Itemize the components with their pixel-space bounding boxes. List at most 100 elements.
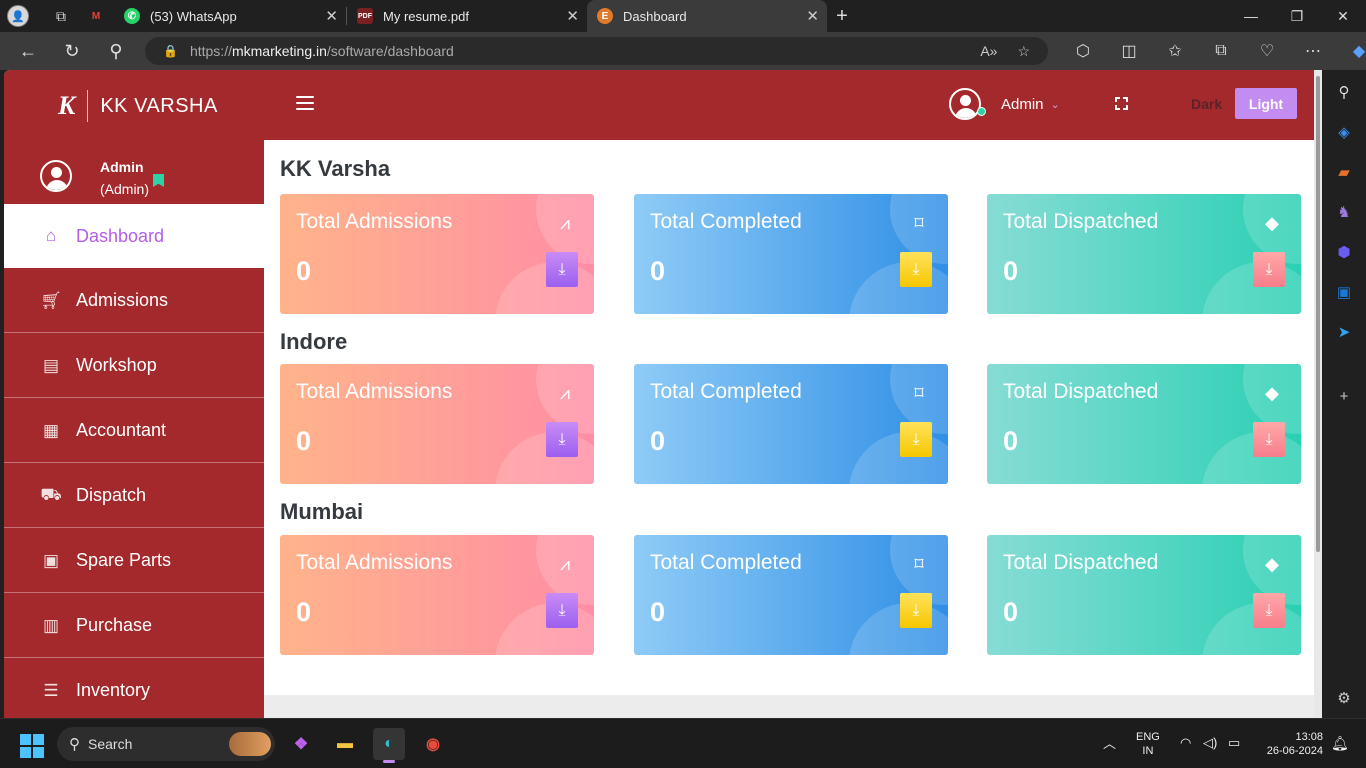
sidebar-item-dispatch[interactable]: ⛟ Dispatch: [4, 464, 264, 528]
download-icon[interactable]: ⤓: [900, 252, 932, 287]
content-footer: [264, 695, 1314, 718]
extensions-icon[interactable]: ⬡: [1060, 41, 1106, 61]
stat-card-dispatched[interactable]: Total Dispatched 0 ◆ ⤓: [987, 535, 1301, 655]
office-icon[interactable]: ⬢: [1334, 242, 1354, 262]
dashboard-app: K KK VARSHA Admin ⌄ Dark Light Admin (Ad…: [4, 70, 1314, 718]
stat-card-admissions[interactable]: Total Admissions 0 ⩘ ⤓: [280, 194, 594, 314]
stat-card-completed[interactable]: Total Completed 0 ⌑ ⤓: [634, 194, 948, 314]
collections-icon[interactable]: ⧉: [1198, 42, 1244, 60]
sidebar-item-inventory[interactable]: ☰ Inventory: [4, 659, 264, 718]
url-path: /software/dashboard: [326, 43, 454, 59]
close-tab-icon[interactable]: ✕: [806, 7, 819, 25]
chevron-down-icon[interactable]: ⌄: [1051, 98, 1060, 111]
sidebar-item-accountant[interactable]: ▦ Accountant: [4, 399, 264, 463]
card-value: 0: [1003, 426, 1019, 456]
close-tab-icon[interactable]: ✕: [566, 7, 579, 25]
download-icon[interactable]: ⤓: [1253, 252, 1285, 287]
stat-card-admissions[interactable]: Total Admissions 0 ⩘ ⤓: [280, 535, 594, 655]
download-icon[interactable]: ⤓: [900, 422, 932, 457]
line-chart-icon: ⩘: [559, 553, 571, 574]
language-indicator[interactable]: ENG IN: [1136, 730, 1160, 758]
wifi-icon[interactable]: ◠: [1180, 735, 1191, 751]
chrome-icon[interactable]: ◉: [417, 728, 449, 760]
avatar[interactable]: [949, 88, 981, 120]
browser-essentials-icon[interactable]: ♡: [1244, 41, 1290, 61]
read-aloud-icon[interactable]: A»: [980, 43, 997, 60]
lock-icon[interactable]: 🔒: [163, 44, 178, 58]
split-screen-icon[interactable]: ◫: [1106, 41, 1152, 61]
tab-resume-pdf[interactable]: PDF My resume.pdf ✕: [347, 0, 587, 32]
scrollbar-thumb[interactable]: [1316, 76, 1320, 552]
sidebar-item-workshop[interactable]: ▤ Workshop: [4, 334, 264, 398]
battery-icon[interactable]: ▭: [1228, 735, 1240, 751]
system-clock[interactable]: 13:08 26-06-2024: [1259, 730, 1323, 758]
verified-badge-icon: [153, 174, 164, 187]
refresh-icon[interactable]: ↻: [50, 32, 94, 70]
file-explorer-icon[interactable]: ▬: [329, 728, 361, 760]
favorite-star-icon[interactable]: ☆: [1017, 43, 1030, 60]
new-tab-icon[interactable]: +: [827, 5, 857, 28]
copilot-icon[interactable]: ◆: [1336, 41, 1366, 61]
send-icon[interactable]: ➤: [1334, 322, 1354, 342]
download-icon[interactable]: ⤓: [1253, 422, 1285, 457]
gmail-icon[interactable]: M: [88, 8, 104, 24]
stat-card-dispatched[interactable]: Total Dispatched 0 ◆ ⤓: [987, 364, 1301, 484]
brand-logo[interactable]: K KK VARSHA: [58, 90, 218, 122]
search-icon[interactable]: ⚲: [1334, 82, 1354, 102]
fullscreen-icon[interactable]: [1115, 97, 1128, 110]
search-highlight-image: [229, 732, 271, 756]
shopping-tag-icon[interactable]: ◈: [1334, 122, 1354, 142]
hamburger-menu-icon[interactable]: [296, 96, 314, 110]
card-label: Total Dispatched: [1003, 551, 1159, 574]
download-icon[interactable]: ⤓: [546, 422, 578, 457]
card-label: Total Admissions: [296, 551, 453, 574]
download-icon[interactable]: ⤓: [546, 593, 578, 628]
more-options-icon[interactable]: ⋯: [1290, 41, 1336, 61]
start-menu-icon[interactable]: [20, 734, 44, 758]
tab-actions-icon[interactable]: ⧉: [36, 0, 86, 32]
page-scrollbar[interactable]: [1314, 70, 1322, 718]
back-icon[interactable]: ←: [6, 32, 50, 70]
download-icon[interactable]: ⤓: [1253, 593, 1285, 628]
search-icon[interactable]: ⚲: [94, 32, 138, 70]
stat-card-admissions[interactable]: Total Admissions 0 ⩘ ⤓: [280, 364, 594, 484]
sidebar-item-admissions[interactable]: 🛒︎ Admissions: [4, 269, 264, 333]
stat-card-dispatched[interactable]: Total Dispatched 0 ◆ ⤓: [987, 194, 1301, 314]
document-icon: ▦: [42, 420, 60, 440]
card-label: Total Dispatched: [1003, 380, 1159, 403]
sidebar-item-purchase[interactable]: ▥ Purchase: [4, 594, 264, 658]
copilot-app-icon[interactable]: ❖: [285, 728, 317, 760]
theme-light-button[interactable]: Light: [1235, 88, 1297, 119]
volume-icon[interactable]: ◁): [1203, 735, 1217, 751]
restore-icon[interactable]: ❐: [1274, 0, 1320, 32]
close-window-icon[interactable]: ✕: [1320, 0, 1366, 32]
section-title: Mumbai: [280, 499, 364, 524]
minimize-icon[interactable]: —: [1228, 0, 1274, 32]
user-name[interactable]: Admin: [1001, 96, 1044, 113]
theme-dark-button[interactable]: Dark: [1191, 96, 1222, 112]
sidebar-item-dashboard[interactable]: ⌂ Dashboard: [4, 204, 264, 268]
download-icon[interactable]: ⤓: [900, 593, 932, 628]
cart-icon: 🛒︎: [40, 290, 62, 310]
notification-bell-icon[interactable]: 🔔︎: [1331, 735, 1349, 752]
games-icon[interactable]: ♞: [1334, 202, 1354, 222]
taskbar-search[interactable]: ⚲ Search: [57, 727, 275, 761]
browser-profile-avatar[interactable]: 👤: [0, 0, 36, 32]
stat-card-completed[interactable]: Total Completed 0 ⌑ ⤓: [634, 535, 948, 655]
sidebar-item-spare-parts[interactable]: ▣ Spare Parts: [4, 529, 264, 593]
gear-icon[interactable]: ⚙: [1334, 688, 1354, 708]
address-bar[interactable]: 🔒 https://mkmarketing.in/software/dashbo…: [145, 37, 1048, 65]
tools-icon[interactable]: ▰: [1334, 162, 1354, 182]
favorites-icon[interactable]: ✩: [1152, 41, 1198, 61]
user-menu[interactable]: Admin ⌄: [949, 88, 1060, 120]
tab-whatsapp[interactable]: M ✆ (53) WhatsApp ✕: [86, 0, 346, 32]
section-title: KK Varsha: [280, 156, 391, 181]
close-tab-icon[interactable]: ✕: [325, 7, 338, 25]
tab-dashboard[interactable]: E Dashboard ✕: [587, 0, 827, 32]
chevron-up-icon[interactable]: ︿: [1103, 733, 1116, 752]
edge-browser-icon[interactable]: ◐: [373, 728, 405, 763]
download-icon[interactable]: ⤓: [546, 252, 578, 287]
add-icon[interactable]: +: [1334, 386, 1354, 406]
stat-card-completed[interactable]: Total Completed 0 ⌑ ⤓: [634, 364, 948, 484]
outlook-icon[interactable]: ▣: [1334, 282, 1354, 302]
